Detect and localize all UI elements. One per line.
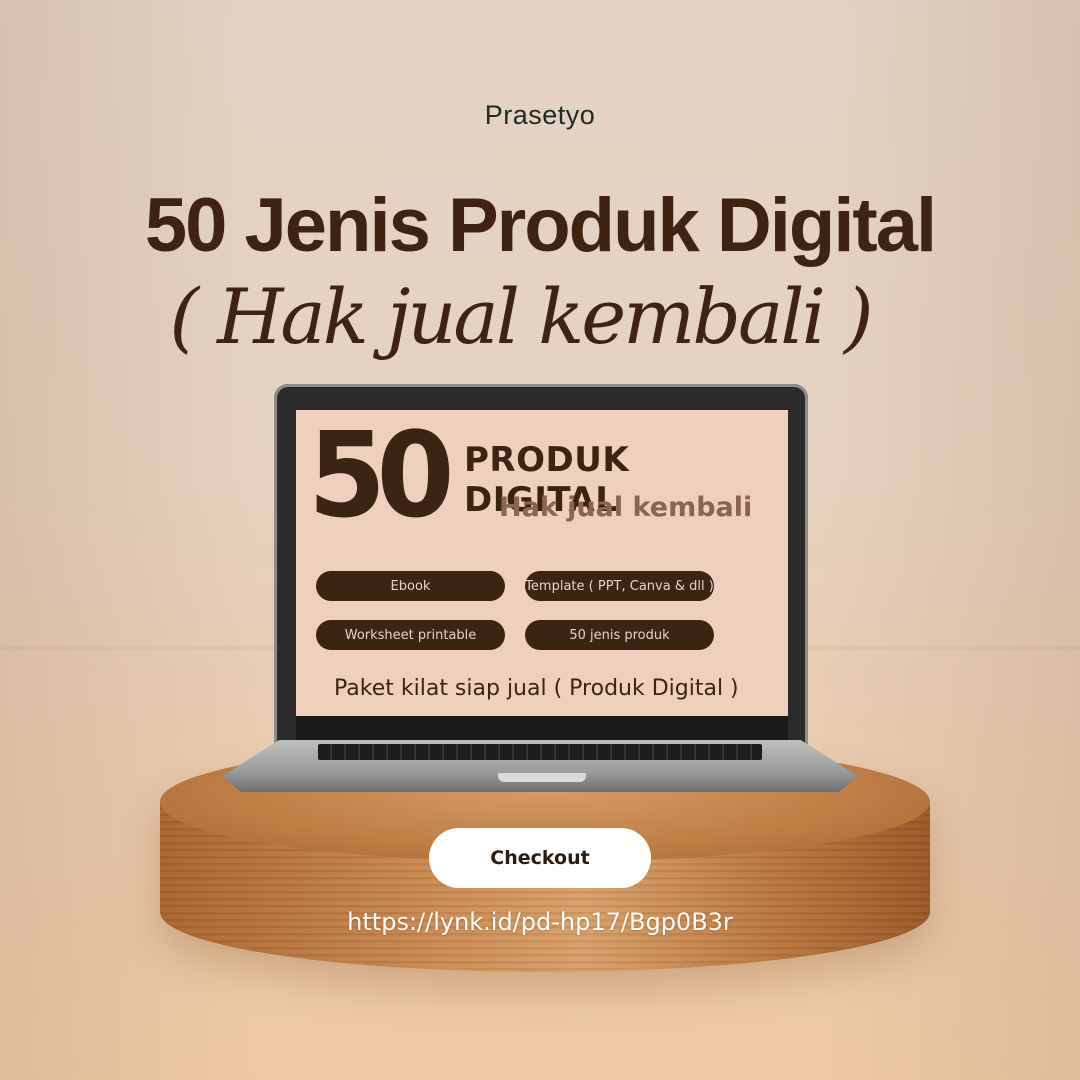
laptop-keyboard: [318, 744, 762, 760]
page-title: 50 Jenis Produk Digital: [144, 183, 937, 268]
laptop-notch: [498, 773, 586, 782]
brand-name: Prasetyo: [484, 100, 596, 130]
checkout-button[interactable]: Checkout: [429, 828, 651, 888]
pill-ebook: Ebook: [316, 571, 505, 601]
checkout-link[interactable]: https://lynk.id/pd-hp17/Bgp0B3r: [0, 908, 1080, 936]
laptop-screen: 50 PRODUK DIGITAL Hak jual kembali Ebook…: [296, 410, 788, 716]
screen-big-number: 50: [308, 410, 455, 544]
pill-product-count: 50 jenis produk: [525, 620, 714, 650]
page-subtitle: ( Hak jual kembali ): [169, 272, 873, 361]
pill-worksheet: Worksheet printable: [316, 620, 505, 650]
pill-template: Template ( PPT, Canva & dll ): [525, 571, 714, 601]
screen-subheading: Hak jual kembali: [499, 492, 753, 523]
promo-canvas: Prasetyo 50 Jenis Produk Digital ( Hak j…: [0, 0, 1080, 1080]
laptop-bezel: [296, 716, 788, 742]
screen-tagline: Paket kilat siap jual ( Produk Digital ): [334, 676, 739, 701]
